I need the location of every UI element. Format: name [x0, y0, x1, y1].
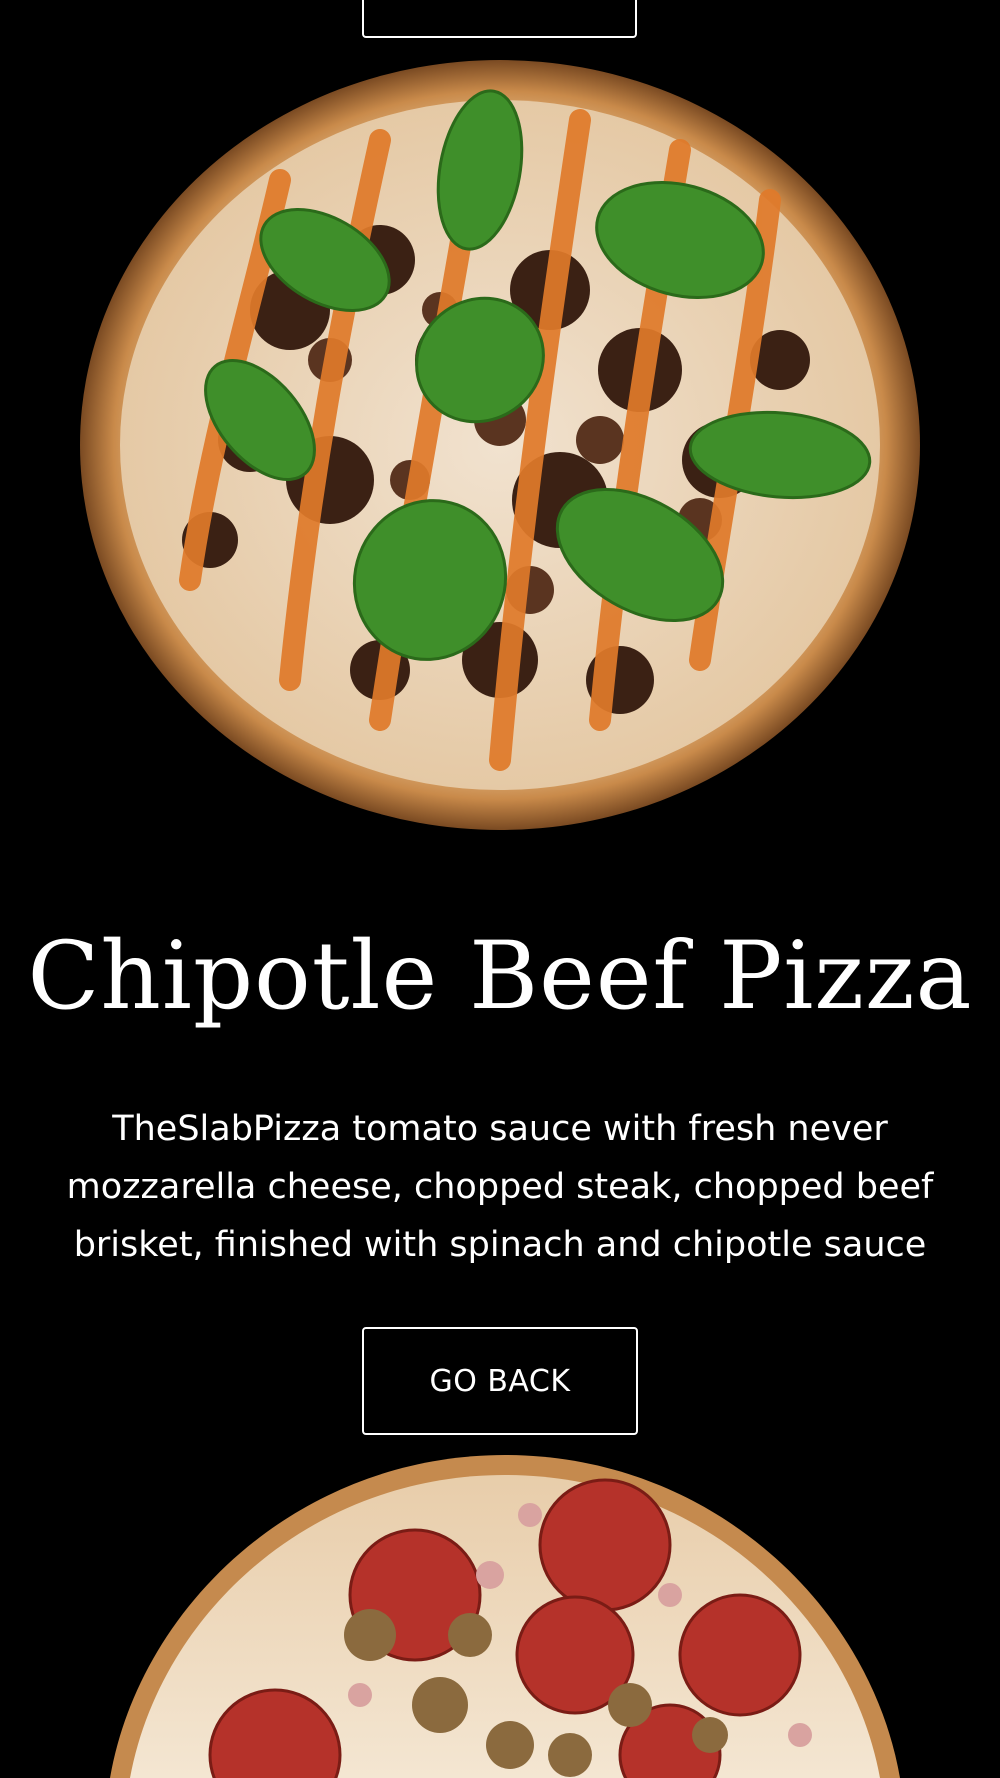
chipotle-beef-pizza-image: [80, 60, 920, 830]
go-back-button[interactable]: GO BACK: [362, 1327, 638, 1435]
product-description: TheSlabPizza tomato sauce with fresh nev…: [66, 1109, 934, 1265]
pepperoni-sausage-pizza-image: [110, 1455, 900, 1778]
previous-go-back-button[interactable]: [362, 0, 637, 38]
product-title: Chipotle Beef Pizza: [27, 922, 973, 1031]
